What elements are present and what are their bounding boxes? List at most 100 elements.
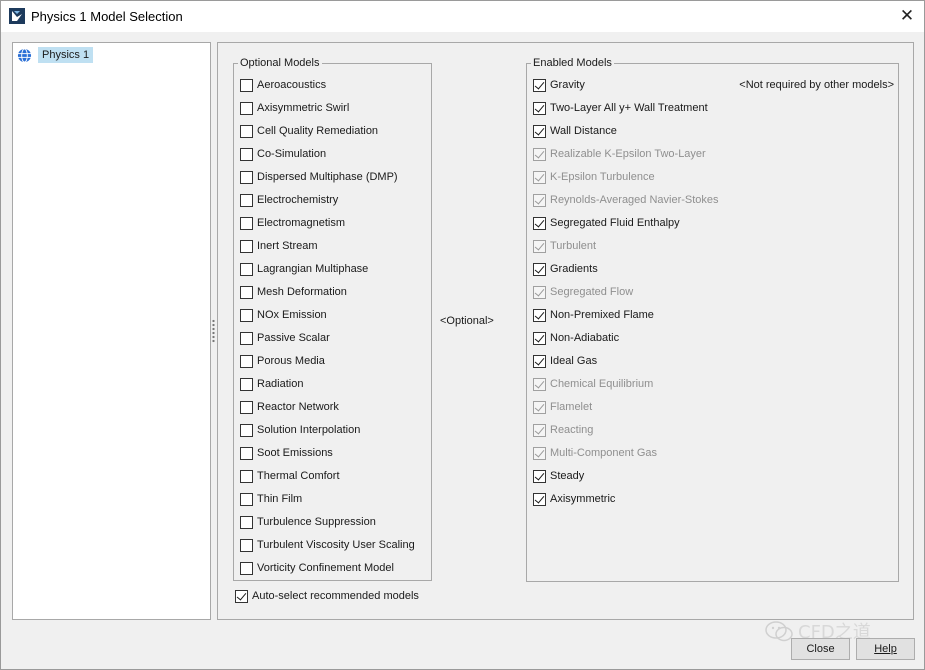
close-button[interactable]: Close xyxy=(791,638,850,660)
enabled-model-row[interactable]: Non-Premixed Flame xyxy=(533,306,654,324)
optional-model-row[interactable]: Passive Scalar xyxy=(240,329,330,347)
optional-model-row[interactable]: Aeroacoustics xyxy=(240,76,326,94)
enabled-model-row[interactable]: Gravity xyxy=(533,76,585,94)
optional-model-checkbox[interactable] xyxy=(240,216,253,230)
optional-model-label: Turbulence Suppression xyxy=(257,516,376,528)
optional-model-row[interactable]: Turbulence Suppression xyxy=(240,513,376,531)
physics-tree-panel: Physics 1 xyxy=(12,42,211,620)
optional-model-checkbox[interactable] xyxy=(240,561,253,575)
enabled-model-label: Segregated Flow xyxy=(550,286,634,298)
optional-model-checkbox[interactable] xyxy=(240,193,253,207)
optional-model-label: Thermal Comfort xyxy=(257,470,340,482)
enabled-model-row[interactable]: Axisymmetric xyxy=(533,490,615,508)
enabled-model-row[interactable]: Steady xyxy=(533,467,584,485)
optional-model-row[interactable]: Porous Media xyxy=(240,352,325,370)
optional-model-row[interactable]: Dispersed Multiphase (DMP) xyxy=(240,168,398,186)
optional-model-checkbox[interactable] xyxy=(240,377,253,391)
optional-model-row[interactable]: Electrochemistry xyxy=(240,191,338,209)
help-button[interactable]: Help xyxy=(856,638,915,660)
optional-model-checkbox[interactable] xyxy=(240,170,253,184)
enabled-model-checkbox[interactable] xyxy=(533,101,546,115)
enabled-model-label: Multi-Component Gas xyxy=(550,447,657,459)
optional-model-row[interactable]: Radiation xyxy=(240,375,303,393)
optional-model-checkbox[interactable] xyxy=(240,239,253,253)
optional-model-checkbox[interactable] xyxy=(240,515,253,529)
optional-model-checkbox[interactable] xyxy=(240,147,253,161)
optional-model-label: Solution Interpolation xyxy=(257,424,361,436)
optional-model-checkbox[interactable] xyxy=(240,308,253,322)
optional-model-row[interactable]: Solution Interpolation xyxy=(240,421,360,439)
app-logo-icon xyxy=(9,8,25,24)
optional-model-row[interactable]: NOx Emission xyxy=(240,306,327,324)
enabled-model-checkbox[interactable] xyxy=(533,262,546,276)
enabled-model-label: Non-Premixed Flame xyxy=(550,309,654,321)
optional-indicator: <Optional> xyxy=(440,315,494,327)
optional-model-checkbox[interactable] xyxy=(240,492,253,506)
enabled-model-label: Two-Layer All y+ Wall Treatment xyxy=(550,102,708,114)
enabled-model-checkbox[interactable] xyxy=(533,78,546,92)
optional-model-row[interactable]: Co-Simulation xyxy=(240,145,326,163)
optional-model-checkbox[interactable] xyxy=(240,78,253,92)
optional-model-checkbox[interactable] xyxy=(240,446,253,460)
optional-model-label: Axisymmetric Swirl xyxy=(257,102,350,114)
optional-model-checkbox[interactable] xyxy=(240,354,253,368)
optional-model-label: Soot Emissions xyxy=(257,447,333,459)
optional-model-checkbox[interactable] xyxy=(240,469,253,483)
enabled-model-label: Axisymmetric xyxy=(550,493,616,505)
enabled-model-checkbox[interactable] xyxy=(533,216,546,230)
auto-select-checkbox[interactable] xyxy=(235,589,248,603)
optional-model-row[interactable]: Mesh Deformation xyxy=(240,283,347,301)
optional-model-row[interactable]: Axisymmetric Swirl xyxy=(240,99,349,117)
enabled-model-checkbox[interactable] xyxy=(533,308,546,322)
enabled-model-label: Ideal Gas xyxy=(550,355,598,367)
auto-select-label: Auto-select recommended models xyxy=(252,590,419,602)
optional-model-checkbox[interactable] xyxy=(240,101,253,115)
close-window-icon[interactable]: ✕ xyxy=(896,5,918,27)
optional-model-row[interactable]: Reactor Network xyxy=(240,398,339,416)
help-button-label: Help xyxy=(874,643,897,655)
auto-select-checkbox-row[interactable]: Auto-select recommended models xyxy=(235,587,419,605)
enabled-model-checkbox xyxy=(533,400,546,414)
enabled-model-row[interactable]: Two-Layer All y+ Wall Treatment xyxy=(533,99,708,117)
optional-model-label: Mesh Deformation xyxy=(257,286,347,298)
enabled-models-legend: Enabled Models xyxy=(533,57,612,69)
optional-model-row[interactable]: Lagrangian Multiphase xyxy=(240,260,368,278)
optional-model-row[interactable]: Electromagnetism xyxy=(240,214,345,232)
enabled-model-label: Chemical Equilibrium xyxy=(550,378,654,390)
splitter-handle[interactable] xyxy=(212,319,215,343)
enabled-model-checkbox[interactable] xyxy=(533,331,546,345)
enabled-model-row[interactable]: Ideal Gas xyxy=(533,352,597,370)
optional-model-checkbox[interactable] xyxy=(240,400,253,414)
enabled-model-checkbox[interactable] xyxy=(533,492,546,506)
optional-model-checkbox[interactable] xyxy=(240,538,253,552)
optional-model-checkbox[interactable] xyxy=(240,285,253,299)
optional-model-checkbox[interactable] xyxy=(240,331,253,345)
optional-model-label: Reactor Network xyxy=(257,401,339,413)
model-selection-dialog: Physics 1 Model Selection ✕ Physics 1 Op… xyxy=(0,0,925,670)
enabled-model-row[interactable]: Wall Distance xyxy=(533,122,617,140)
optional-model-row[interactable]: Thermal Comfort xyxy=(240,467,340,485)
optional-model-label: Turbulent Viscosity User Scaling xyxy=(257,539,415,551)
optional-model-checkbox[interactable] xyxy=(240,262,253,276)
optional-model-checkbox[interactable] xyxy=(240,423,253,437)
optional-model-row[interactable]: Vorticity Confinement Model xyxy=(240,559,394,577)
enabled-model-checkbox[interactable] xyxy=(533,469,546,483)
enabled-model-label: Gravity xyxy=(550,79,585,91)
enabled-model-checkbox[interactable] xyxy=(533,124,546,138)
optional-model-row[interactable]: Soot Emissions xyxy=(240,444,333,462)
enabled-model-row[interactable]: Gradients xyxy=(533,260,598,278)
optional-model-row[interactable]: Inert Stream xyxy=(240,237,318,255)
enabled-model-label: Segregated Fluid Enthalpy xyxy=(550,217,680,229)
enabled-model-row[interactable]: Segregated Fluid Enthalpy xyxy=(533,214,680,232)
optional-model-row[interactable]: Thin Film xyxy=(240,490,302,508)
enabled-model-row[interactable]: Non-Adiabatic xyxy=(533,329,619,347)
optional-model-row[interactable]: Cell Quality Remediation xyxy=(240,122,378,140)
enabled-model-checkbox[interactable] xyxy=(533,354,546,368)
enabled-model-row: Realizable K-Epsilon Two-Layer xyxy=(533,145,706,163)
optional-model-label: Porous Media xyxy=(257,355,325,367)
enabled-model-checkbox xyxy=(533,423,546,437)
enabled-model-row: Reynolds-Averaged Navier-Stokes xyxy=(533,191,719,209)
optional-model-checkbox[interactable] xyxy=(240,124,253,138)
optional-model-row[interactable]: Turbulent Viscosity User Scaling xyxy=(240,536,415,554)
enabled-model-label: Non-Adiabatic xyxy=(550,332,620,344)
